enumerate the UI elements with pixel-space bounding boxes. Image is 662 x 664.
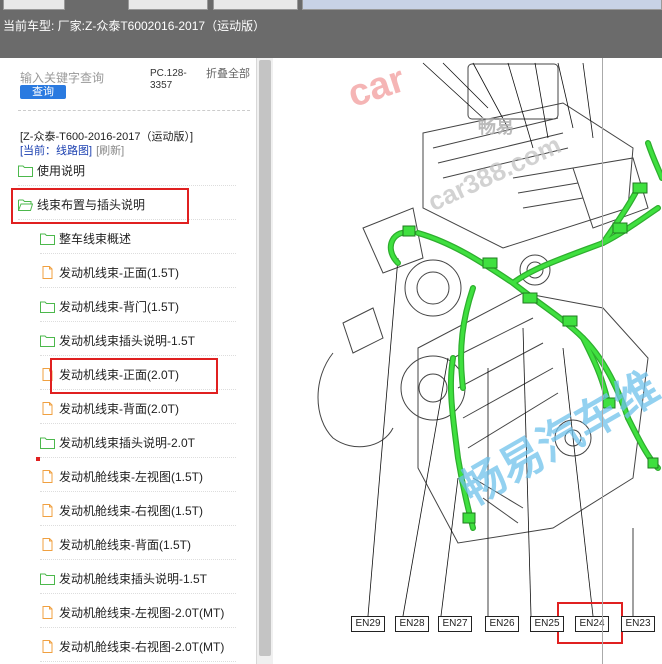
connector-label-en23[interactable]: EN23 <box>621 616 655 632</box>
red-dot-marker <box>36 457 40 461</box>
engine-line-art <box>317 63 649 544</box>
engine-wiring-diagram <box>317 62 662 644</box>
document-icon <box>40 504 55 517</box>
diagram-divider <box>602 58 603 664</box>
search-input[interactable]: 输入关键字查询 <box>20 69 142 85</box>
connector-label-en25[interactable]: EN25 <box>530 616 564 632</box>
document-icon <box>40 402 55 415</box>
scrollbar-thumb[interactable] <box>259 60 271 656</box>
tab-4[interactable] <box>302 0 662 10</box>
folder-icon <box>40 436 55 449</box>
document-icon <box>40 538 55 551</box>
folder-icon <box>40 300 55 313</box>
tree-item-label: 使用说明 <box>37 164 86 178</box>
tab-strip <box>0 0 662 10</box>
tree-item[interactable]: 使用说明 <box>18 156 236 186</box>
folder-icon <box>40 334 55 347</box>
folder-icon <box>40 572 55 585</box>
left-panel-scrollbar[interactable] <box>256 58 273 664</box>
pc-code: PC.128-3357 <box>150 68 187 91</box>
harness-outline <box>387 140 662 531</box>
tree-item-label: 发动机舱线束-左视图(1.5T) <box>59 470 204 484</box>
header-bar: 当前车型: 厂家:Z-众泰T6002016-2017（运动版） <box>0 0 662 58</box>
tree-item[interactable]: 发动机线束插头说明-1.5T <box>40 326 236 356</box>
tree-item[interactable]: 发动机线束插头说明-2.0T <box>40 428 236 458</box>
document-icon <box>40 470 55 483</box>
tree-item[interactable]: 发动机舱线束-右视图-2.0T(MT) <box>40 632 236 662</box>
document-icon <box>40 606 55 619</box>
tab-2[interactable] <box>128 0 208 10</box>
tree-item-label: 整车线束概述 <box>59 232 132 246</box>
tab-1[interactable] <box>3 0 65 10</box>
highlight-box-harness-layout <box>11 188 189 224</box>
tree-item-label: 发动机舱线束-背面(1.5T) <box>59 538 192 552</box>
tree-item[interactable]: 发动机线束-背门(1.5T) <box>40 292 236 322</box>
tree-item-label: 发动机线束插头说明-1.5T <box>59 334 196 348</box>
folder-icon <box>40 232 55 245</box>
tree-item-label: 发动机线束-背门(1.5T) <box>59 300 180 314</box>
folder-icon <box>18 164 33 177</box>
tree-item-label: 发动机线束-正面(1.5T) <box>59 266 180 280</box>
tree-item-label: 发动机线束插头说明-2.0T <box>59 436 196 450</box>
tree-item[interactable]: 发动机舱线束-背面(1.5T) <box>40 530 236 560</box>
engine-wire-harness <box>389 141 662 530</box>
connector-label-en28[interactable]: EN28 <box>395 616 429 632</box>
tab-3[interactable] <box>213 0 298 10</box>
document-icon <box>40 266 55 279</box>
connector-label-en26[interactable]: EN26 <box>485 616 519 632</box>
connector-label-en24[interactable]: EN24 <box>575 616 609 632</box>
document-icon <box>40 640 55 653</box>
tree-item[interactable]: 发动机线束-背面(2.0T) <box>40 394 236 424</box>
connector-leader-lines <box>367 62 634 618</box>
wiring-diagram-panel[interactable]: car 畅易 car388.com 畅易汽车维 EN29 EN28 EN27 E… <box>273 58 662 664</box>
connector-label-en27[interactable]: EN27 <box>438 616 472 632</box>
tree-item[interactable]: 发动机舱线束-左视图-2.0T(MT) <box>40 598 236 628</box>
collapse-all-link[interactable]: 折叠全部 <box>206 68 250 80</box>
tree-item[interactable]: 发动机舱线束插头说明-1.5T <box>40 564 236 594</box>
tree-item[interactable]: 发动机线束-正面(1.5T) <box>40 258 236 288</box>
divider <box>18 110 250 111</box>
tree-item[interactable]: 发动机舱线束-左视图(1.5T) <box>40 462 236 492</box>
tree-item[interactable]: 发动机舱线束-右视图(1.5T) <box>40 496 236 526</box>
current-car-model-label: 当前车型: 厂家:Z-众泰T6002016-2017（运动版） <box>3 19 266 33</box>
tree-item[interactable]: 整车线束概述 <box>40 224 236 254</box>
tree-item-label: 发动机线束-背面(2.0T) <box>59 402 180 416</box>
tree-item-label: 发动机舱线束-右视图-2.0T(MT) <box>59 640 225 654</box>
connector-label-en29[interactable]: EN29 <box>351 616 385 632</box>
tree-item-label: 发动机舱线束-右视图(1.5T) <box>59 504 204 518</box>
search-button[interactable]: 查询 <box>20 85 66 99</box>
tree-item-label: 发动机舱线束插头说明-1.5T <box>59 572 208 586</box>
highlight-box-engine-front-2t <box>50 358 218 394</box>
tree-item-label: 发动机舱线束-左视图-2.0T(MT) <box>59 606 225 620</box>
